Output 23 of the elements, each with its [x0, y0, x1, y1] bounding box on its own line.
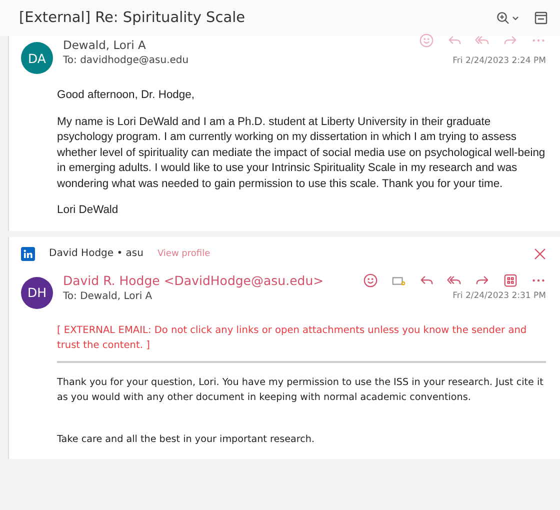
linkedin-icon[interactable]: [21, 246, 35, 260]
message-paragraph: Take care and all the best in your important research.: [57, 432, 316, 446]
message-paragraph: Thank you for your question, Lori. You have my permission to use the ISS in your research. Just cite it as you would with any other document in keeping with normal academic conventions.: [57, 376, 544, 405]
popout-icon[interactable]: [534, 11, 548, 25]
message-paragraph: Lori DeWald: [57, 203, 120, 218]
close-icon[interactable]: [534, 248, 546, 260]
view-profile-link[interactable]: View profile: [157, 248, 210, 258]
apps-icon[interactable]: [503, 272, 518, 288]
sender-name: Dewald, Lori A: [63, 38, 146, 52]
sender-name: David R. Hodge <DavidHodge@asu.edu>: [63, 272, 324, 288]
message-paragraph: Good afternoon, Dr. Hodge,: [57, 88, 196, 103]
recipient: To: Dewald, Lori A: [63, 290, 152, 302]
message-paragraph: My name is Lori DeWald and I am a Ph.D. student at Liberty University in their graduate psychology program. I am currently working on my dissertation in which I am trying to assess whether level of spirituality can mediate the impact of social media use on psychological well-being in emerging adults. I would like to use your Intrinsic Spirituality Scale in my research and was wondering what was needed to gain permission to use this scale. Thank you for your time.: [57, 114, 546, 192]
avatar: DA: [21, 42, 53, 74]
zoom-icon[interactable]: [496, 11, 520, 25]
emoji-icon[interactable]: [363, 272, 378, 288]
profile-name: David Hodge • asu: [49, 248, 144, 259]
sent-date: Fri 2/24/2023 2:24 PM: [452, 56, 546, 66]
external-warning: [ EXTERNAL EMAIL: Do not click any links or open attachments unless you know the sender and trust the content. ]: [57, 322, 546, 362]
window-title: [External] Re: Spirituality Scale: [19, 10, 246, 26]
sent-date: Fri 2/24/2023 2:31 PM: [452, 291, 546, 301]
avatar: DH: [21, 276, 53, 308]
recipient: To: davidhodge@asu.edu: [63, 55, 189, 66]
